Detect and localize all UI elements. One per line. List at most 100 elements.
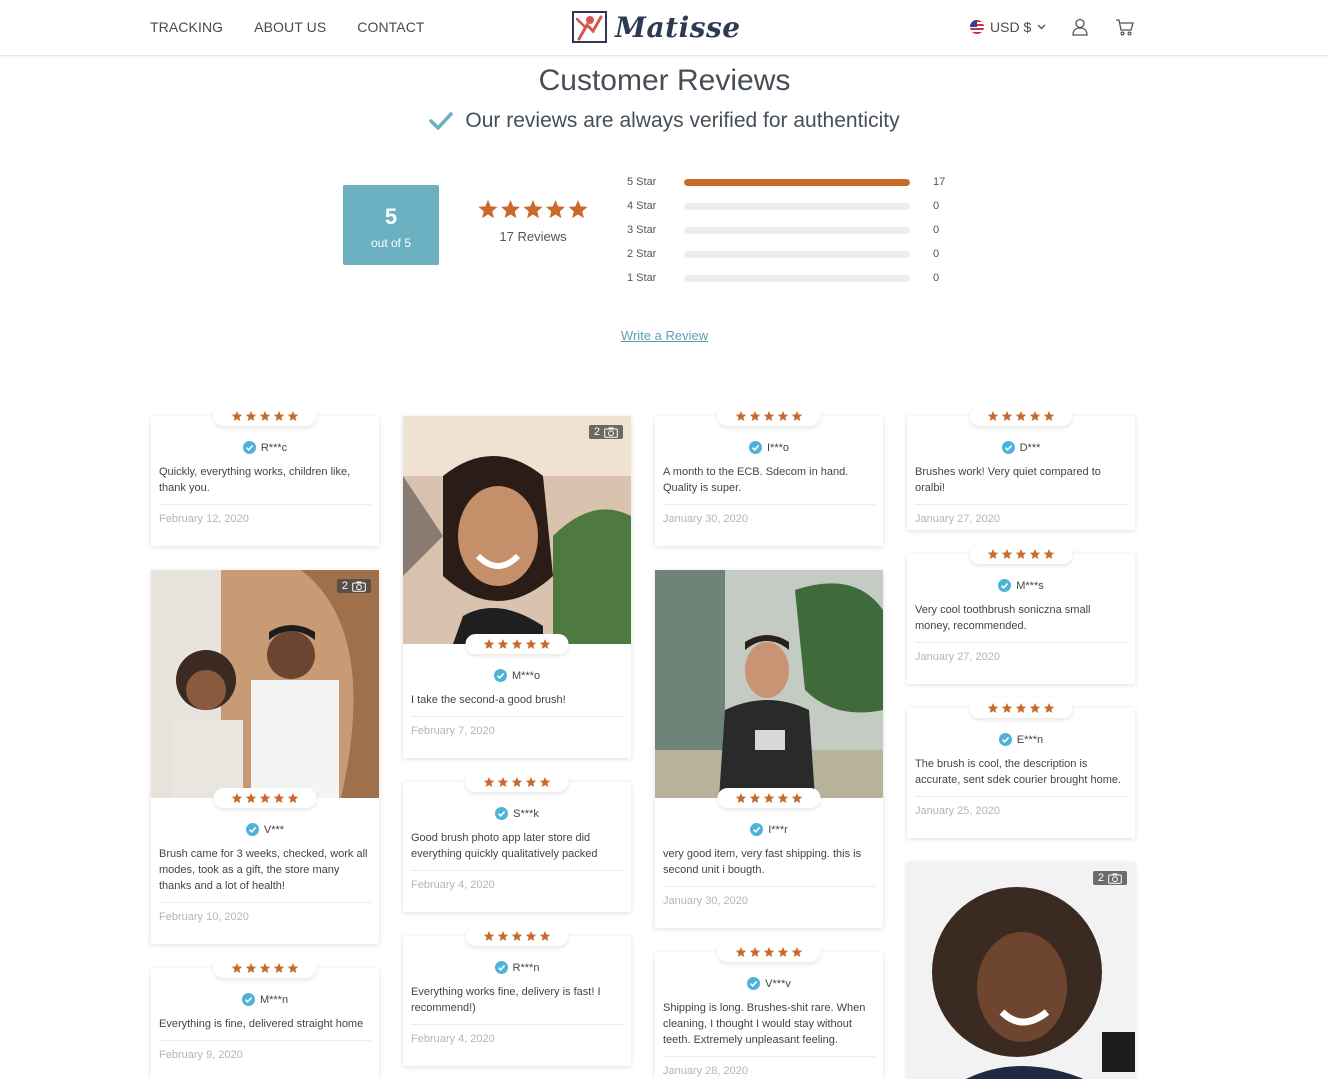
rating-bar-row[interactable]: 2 Star 0 (627, 242, 945, 266)
rating-stars (717, 406, 821, 426)
brand-logo[interactable]: Matisse (571, 9, 741, 45)
rating-bar-count: 0 (933, 200, 940, 212)
star-icon (987, 411, 998, 421)
reviewer-name: M***s (1016, 579, 1044, 592)
review-card[interactable]: V***v Shipping is long. Brushes-shit rare… (655, 942, 883, 1079)
rating-breakdown: 5 Star 17 4 Star 0 3 Star 0 2 Star 0 1 S… (627, 170, 945, 290)
chevron-down-icon (1037, 24, 1046, 30)
star-icon (483, 639, 494, 649)
star-icon (511, 931, 522, 941)
rating-bar-row[interactable]: 1 Star 0 (627, 266, 945, 290)
star-icon (273, 793, 284, 803)
review-divider (411, 870, 623, 871)
star-icon (568, 200, 588, 219)
review-card[interactable]: E***n The brush is cool, the description … (907, 698, 1135, 838)
verified-check-icon (998, 579, 1012, 592)
rating-bar-row[interactable]: 3 Star 0 (627, 218, 945, 242)
review-card[interactable]: M***s Very cool toothbrush sonicznа small… (907, 544, 1135, 684)
review-text: Shipping is long. Brushes-shit rare. Whe… (663, 1002, 866, 1046)
star-icon (987, 549, 998, 559)
reviewer: D*** (907, 441, 1135, 454)
review-text: Brushes work! Very quiet compared to ora… (915, 466, 1101, 494)
rating-bar-label: 3 Star (627, 224, 657, 236)
review-card[interactable]: 2 M***o I take the second-a good brush! Feb… (403, 416, 631, 758)
reviewer-name: V***v (765, 977, 791, 990)
star-icon (287, 793, 298, 803)
nav-about-us[interactable]: ABOUT US (254, 19, 326, 35)
review-text: Very cool toothbrush sonicznа small mone… (915, 604, 1091, 632)
camera-icon (604, 427, 618, 438)
score-value: 5 (384, 204, 398, 229)
review-card[interactable]: R***c Quickly, everything works, children… (151, 406, 379, 546)
review-card[interactable]: R***n Everything works fine, delivery is … (403, 926, 631, 1066)
rating-bar-row[interactable]: 4 Star 0 (627, 194, 945, 218)
photo-count-badge[interactable]: 2 (588, 425, 623, 439)
currency-label: USD $ (990, 19, 1032, 35)
review-divider (915, 642, 1127, 643)
star-icon (763, 411, 774, 421)
rating-bar-row[interactable]: 5 Star 17 (627, 170, 945, 194)
review-text: Everything is fine, delivered straight h… (159, 1018, 364, 1030)
review-card[interactable]: 2 (907, 862, 1135, 1079)
star-icon (777, 793, 788, 803)
camera-icon (352, 581, 366, 592)
review-divider (915, 504, 1127, 505)
star-icon (500, 200, 521, 219)
write-review-link[interactable]: Write a Review (621, 328, 708, 343)
review-card[interactable]: S***k Good brush photo app later store di… (403, 772, 631, 912)
review-date: January 30, 2020 (663, 895, 749, 907)
review-card[interactable]: 2 V*** Brush came for 3 weeks, checked, wo… (151, 570, 379, 944)
reviewer-name: V*** (263, 823, 285, 836)
star-icon (749, 947, 760, 957)
reviewer: I***r (655, 823, 883, 836)
reviewer: R***c (151, 441, 379, 454)
review-text: Everything works fine, delivery is fast!… (411, 986, 601, 1014)
star-icon (287, 963, 298, 973)
photo-count-badge[interactable]: 2 (1092, 871, 1127, 885)
currency-selector[interactable]: USD $ (970, 19, 1046, 35)
review-photo[interactable]: 2 (403, 416, 631, 644)
review-divider (159, 504, 371, 505)
nav-tracking[interactable]: TRACKING (150, 19, 223, 35)
rating-stars (717, 788, 821, 808)
reviewer-name: I***r (768, 823, 788, 836)
verified-check-icon (747, 977, 761, 990)
review-date: January 25, 2020 (915, 805, 1001, 817)
star-icon (987, 703, 998, 713)
page-title: Customer Reviews (538, 64, 791, 97)
rating-stars (465, 926, 569, 946)
verified-check-icon (494, 961, 508, 974)
star-icon (273, 411, 284, 421)
review-card[interactable]: D*** Brushes work! Very quiet compared to… (907, 406, 1135, 530)
rating-stars (717, 942, 821, 962)
review-photo[interactable]: 2 (907, 862, 1135, 1079)
reviewer: M***s (907, 579, 1135, 592)
photo-count-badge[interactable]: 2 (336, 579, 371, 593)
photo-count: 2 (1097, 872, 1104, 884)
account-icon[interactable] (1070, 17, 1090, 37)
star-icon (539, 639, 550, 649)
star-icon (497, 931, 508, 941)
review-card[interactable]: M***n Everything is fine, delivered strai… (151, 958, 379, 1079)
verified-check-icon (750, 823, 764, 836)
review-card[interactable]: I***r very good item, very fast shipping.… (655, 570, 883, 928)
review-date: February 10, 2020 (159, 911, 249, 923)
star-icon (1029, 703, 1040, 713)
review-photo[interactable]: 2 (151, 570, 379, 798)
review-date: January 27, 2020 (915, 651, 1001, 663)
review-card[interactable]: I***o A month to the ECB. Sdecom in hand.… (655, 406, 883, 546)
review-divider (663, 504, 875, 505)
cart-icon[interactable] (1115, 17, 1135, 37)
star-icon (539, 931, 550, 941)
reviewer-name: M***o (511, 669, 541, 682)
score-out-of: out of 5 (370, 236, 412, 250)
star-icon (231, 793, 242, 803)
star-icon (497, 777, 508, 787)
nav-contact[interactable]: CONTACT (357, 19, 424, 35)
reviewer: R***n (403, 961, 631, 974)
rating-stars (465, 634, 569, 654)
rating-stars (969, 406, 1073, 426)
star-icon (525, 777, 536, 787)
review-photo[interactable] (655, 570, 883, 798)
reviewer: M***n (151, 993, 379, 1006)
